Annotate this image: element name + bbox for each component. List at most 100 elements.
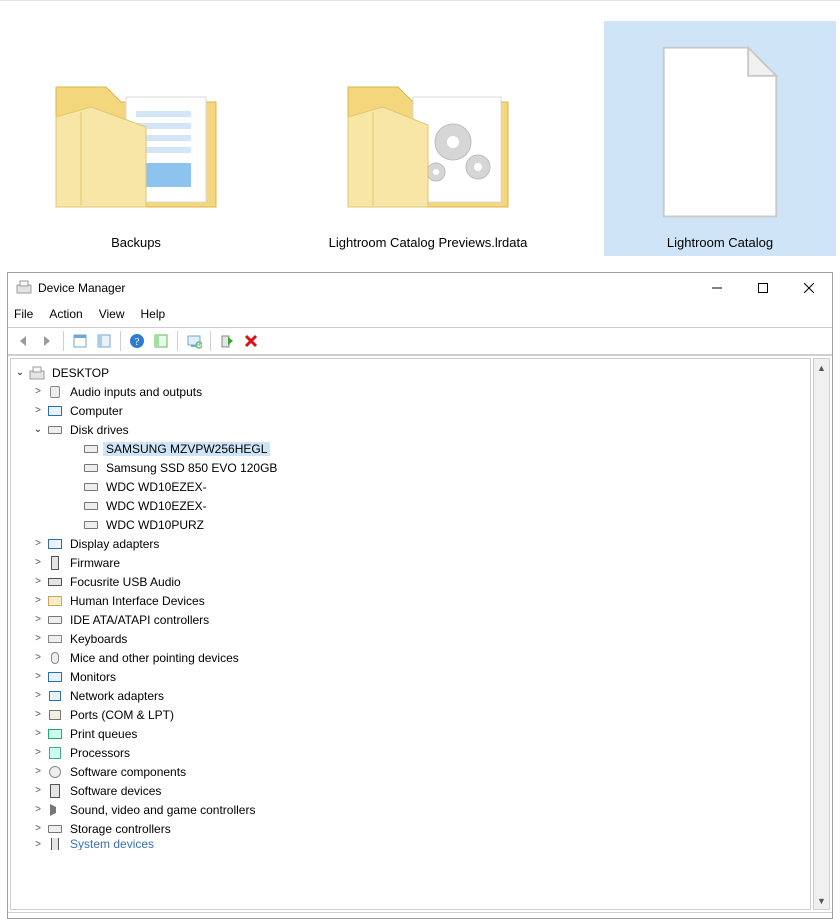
update-driver-button[interactable]	[150, 330, 172, 352]
tree-leaf[interactable]: WDC WD10EZEX-	[13, 496, 808, 515]
tree-leaf-label: Samsung SSD 850 EVO 120GB	[103, 461, 280, 475]
usb-icon	[47, 574, 63, 590]
tree-node[interactable]: ⌄ Disk drives	[13, 420, 808, 439]
tree-node-label: System devices	[67, 838, 157, 850]
drive-icon	[47, 821, 63, 837]
tree-root[interactable]: ⌄ DESKTOP	[13, 363, 808, 382]
tree-node[interactable]: > Keyboards	[13, 629, 808, 648]
tree-node[interactable]: > Software devices	[13, 781, 808, 800]
tree-node[interactable]: > Focusrite USB Audio	[13, 572, 808, 591]
tree-node-label: Computer	[67, 404, 126, 418]
drive-icon	[83, 460, 99, 476]
explorer-item-lrdata[interactable]: Lightroom Catalog Previews.lrdata	[312, 21, 544, 256]
back-button[interactable]	[12, 330, 34, 352]
tree-leaf-label: WDC WD10EZEX-	[103, 480, 210, 494]
menu-file[interactable]: File	[14, 307, 33, 321]
toolbar: ?	[8, 327, 832, 355]
snd-icon	[47, 802, 63, 818]
toolbar-separator	[177, 331, 178, 351]
explorer-item-backups[interactable]: Backups	[20, 21, 252, 256]
drive-icon	[83, 498, 99, 514]
tree-node-label: Human Interface Devices	[67, 594, 208, 608]
device-tree[interactable]: ⌄ DESKTOP > Audio inputs and outputs > C…	[10, 358, 811, 910]
scan-hardware-button[interactable]	[183, 330, 205, 352]
explorer-item-label: Lightroom Catalog	[667, 235, 773, 250]
menu-view[interactable]: View	[99, 307, 125, 321]
tree-node-label: Processors	[67, 746, 133, 760]
tree-leaf[interactable]: WDC WD10EZEX-	[13, 477, 808, 496]
tree-node[interactable]: > Monitors	[13, 667, 808, 686]
tree-root-label: DESKTOP	[49, 366, 112, 380]
tree-node[interactable]: > Mice and other pointing devices	[13, 648, 808, 667]
tree-node-label: Keyboards	[67, 632, 130, 646]
properties-button[interactable]	[69, 330, 91, 352]
port-icon	[47, 707, 63, 723]
close-button[interactable]	[786, 273, 832, 303]
chip-icon	[47, 745, 63, 761]
maximize-button[interactable]	[740, 273, 786, 303]
tree-node[interactable]: > Sound, video and game controllers	[13, 800, 808, 819]
drive-icon	[83, 517, 99, 533]
tree-node[interactable]: > Audio inputs and outputs	[13, 382, 808, 401]
tree-node[interactable]: > Human Interface Devices	[13, 591, 808, 610]
help-button[interactable]: ?	[126, 330, 148, 352]
vertical-scrollbar[interactable]: ▲ ▼	[813, 358, 830, 910]
tree-node[interactable]: > Print queues	[13, 724, 808, 743]
tree-node[interactable]: > System devices	[13, 838, 808, 850]
enable-device-button[interactable]	[216, 330, 238, 352]
tree-leaf-label: WDC WD10EZEX-	[103, 499, 210, 513]
speaker-icon	[47, 384, 63, 400]
drive-icon	[47, 612, 63, 628]
scroll-up-icon[interactable]: ▲	[814, 359, 829, 376]
tree-node-label: Mice and other pointing devices	[67, 651, 242, 665]
app-icon	[16, 279, 32, 298]
tree-node[interactable]: > Ports (COM & LPT)	[13, 705, 808, 724]
tree-node[interactable]: > Software components	[13, 762, 808, 781]
window-title: Device Manager	[38, 281, 694, 295]
tree-leaf[interactable]: SAMSUNG MZVPW256HEGL	[13, 439, 808, 458]
uninstall-device-button[interactable]	[240, 330, 262, 352]
tree-leaf-label: SAMSUNG MZVPW256HEGL	[103, 442, 270, 456]
tree-node[interactable]: > Computer	[13, 401, 808, 420]
forward-button[interactable]	[36, 330, 58, 352]
toolbar-separator	[63, 331, 64, 351]
scroll-down-icon[interactable]: ▼	[814, 892, 829, 909]
tree-node-label: Print queues	[67, 727, 140, 741]
refresh-button[interactable]	[93, 330, 115, 352]
menu-action[interactable]: Action	[49, 307, 82, 321]
tree-node[interactable]: > Firmware	[13, 553, 808, 572]
toolbar-separator	[120, 331, 121, 351]
tree-node-label: Disk drives	[67, 423, 132, 437]
tree-leaf-label: WDC WD10PURZ	[103, 518, 207, 532]
explorer-item-catalog[interactable]: Lightroom Catalog	[604, 21, 836, 256]
tree-node[interactable]: > Network adapters	[13, 686, 808, 705]
tree-node[interactable]: > Storage controllers	[13, 819, 808, 838]
menu-help[interactable]: Help	[141, 307, 166, 321]
tower-icon	[47, 838, 63, 850]
tree-node[interactable]: > Processors	[13, 743, 808, 762]
device-tree-container: ⌄ DESKTOP > Audio inputs and outputs > C…	[8, 355, 832, 912]
tree-node-label: Focusrite USB Audio	[67, 575, 184, 589]
tree-node-label: Firmware	[67, 556, 123, 570]
menu-bar: File Action View Help	[8, 303, 832, 327]
tower-icon	[47, 555, 63, 571]
tree-node-label: Monitors	[67, 670, 119, 684]
tree-node[interactable]: > Display adapters	[13, 534, 808, 553]
mouse-icon	[47, 650, 63, 666]
printer-icon	[47, 726, 63, 742]
tree-leaf[interactable]: WDC WD10PURZ	[13, 515, 808, 534]
computer-icon	[29, 365, 45, 381]
drive-icon	[47, 422, 63, 438]
monitor-icon	[47, 669, 63, 685]
explorer-item-label: Lightroom Catalog Previews.lrdata	[329, 235, 528, 250]
toolbar-separator	[210, 331, 211, 351]
titlebar: Device Manager	[8, 273, 832, 303]
monitor-icon	[47, 403, 63, 419]
minimize-button[interactable]	[694, 273, 740, 303]
tree-leaf[interactable]: Samsung SSD 850 EVO 120GB	[13, 458, 808, 477]
file-blank-icon	[610, 27, 830, 227]
net-icon	[47, 688, 63, 704]
tree-node[interactable]: > IDE ATA/ATAPI controllers	[13, 610, 808, 629]
monitor-icon	[47, 536, 63, 552]
tree-node-label: Software devices	[67, 784, 164, 798]
